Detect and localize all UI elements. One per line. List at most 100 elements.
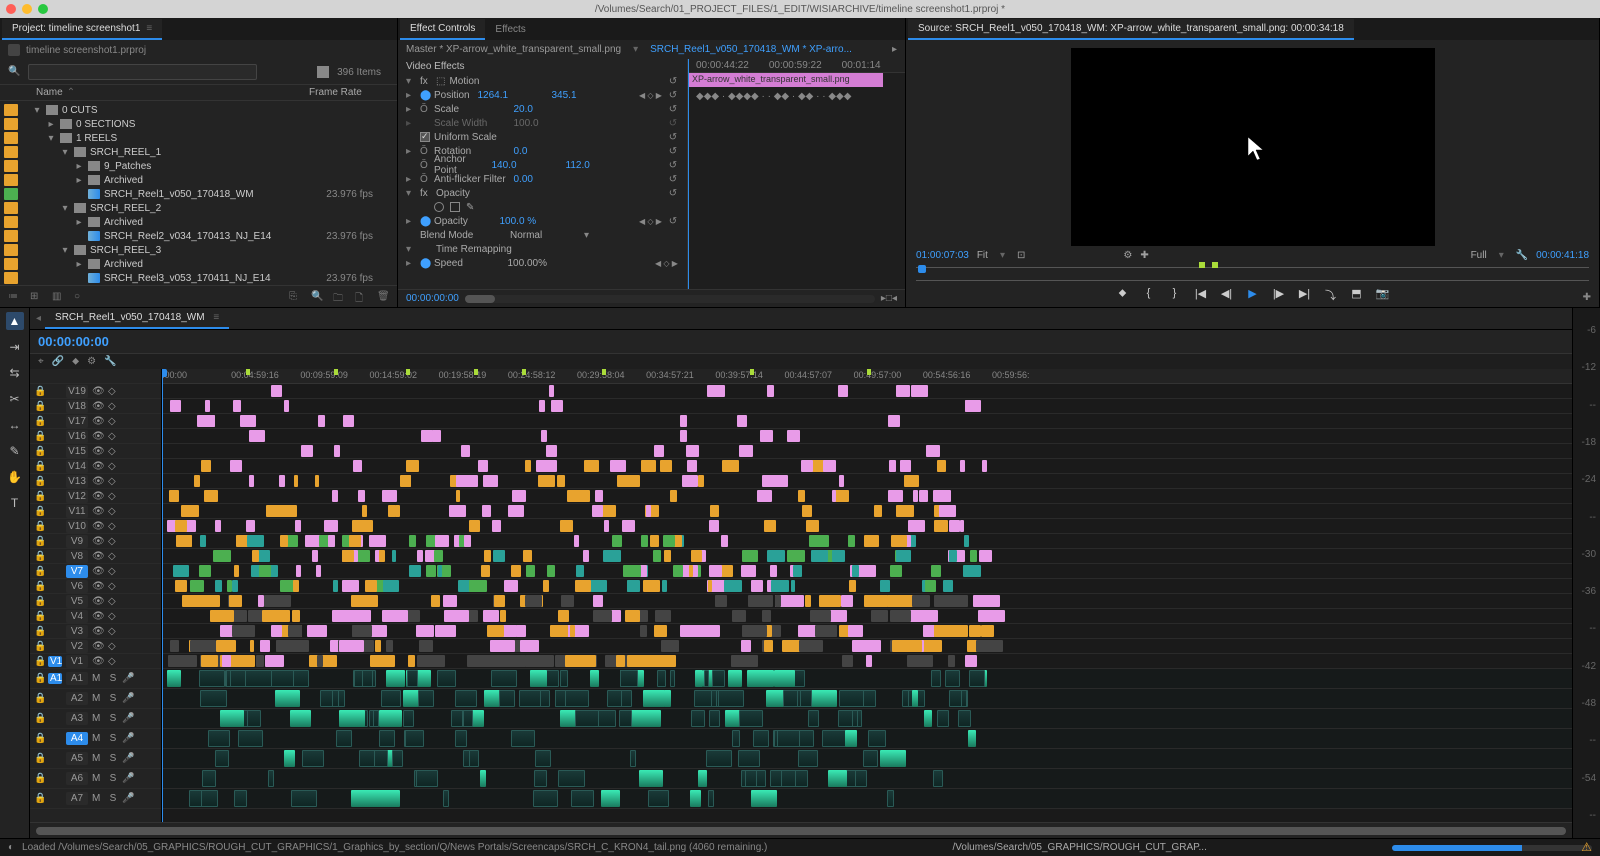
sync-lock-icon[interactable]: ◇: [108, 551, 120, 562]
audio-track[interactable]: [162, 689, 1572, 709]
project-tree-item[interactable]: ▾SRCH_REEL_3: [0, 243, 397, 257]
video-clip[interactable]: [443, 595, 457, 607]
audio-clip[interactable]: [291, 790, 317, 807]
track-target[interactable]: V2: [66, 640, 88, 653]
video-clip[interactable]: [516, 625, 525, 637]
twisty-icon[interactable]: ▸: [74, 217, 84, 228]
audio-clip[interactable]: [751, 790, 777, 807]
slip-tool-icon[interactable]: ↔: [6, 416, 24, 434]
checkbox[interactable]: [420, 132, 430, 142]
stopwatch-icon[interactable]: Ŏ: [420, 104, 430, 114]
ec-time-ruler[interactable]: 00:00:44:2200:00:59:2200:01:14: [688, 59, 905, 73]
video-clip[interactable]: [481, 565, 490, 577]
mute-icon[interactable]: M: [92, 713, 104, 724]
video-clip[interactable]: [907, 655, 914, 667]
video-track[interactable]: [162, 549, 1572, 564]
video-track[interactable]: [162, 399, 1572, 414]
audio-clip[interactable]: [770, 770, 782, 787]
step-back-icon[interactable]: ◀|: [1220, 287, 1234, 303]
audio-clip[interactable]: [924, 710, 933, 727]
audio-clip[interactable]: [945, 670, 960, 687]
video-track-header[interactable]: 🔒V2👁◇: [30, 639, 161, 654]
video-clip[interactable]: [913, 490, 918, 502]
audio-clip[interactable]: [712, 670, 725, 687]
video-clip[interactable]: [358, 595, 365, 607]
audio-clip[interactable]: [868, 730, 887, 747]
audio-clip[interactable]: [937, 710, 949, 727]
property-value-y[interactable]: 112.0: [566, 160, 606, 171]
video-clip[interactable]: [686, 445, 700, 457]
video-clip[interactable]: [799, 640, 823, 652]
video-clip[interactable]: [349, 535, 361, 547]
audio-clip[interactable]: [332, 690, 340, 707]
audio-clip[interactable]: [499, 690, 515, 707]
video-clip[interactable]: [661, 640, 679, 652]
video-clip[interactable]: [342, 550, 354, 562]
reset-icon[interactable]: ↺: [667, 146, 679, 157]
video-clip[interactable]: [654, 625, 666, 637]
video-clip[interactable]: [279, 475, 285, 487]
effect-property-row[interactable]: ŎAnchor Point140.0112.0↺: [398, 158, 687, 172]
audio-clip[interactable]: [863, 750, 878, 767]
audio-track-header[interactable]: 🔒A3MS🎤: [30, 709, 161, 729]
video-clip[interactable]: [864, 595, 887, 607]
video-clip[interactable]: [707, 385, 725, 397]
audio-clip[interactable]: [739, 710, 764, 727]
video-clip[interactable]: [260, 640, 270, 652]
video-clip[interactable]: [266, 505, 283, 517]
audio-clip[interactable]: [738, 750, 760, 767]
video-clip[interactable]: [653, 550, 660, 562]
video-clip[interactable]: [590, 580, 606, 592]
audio-clip[interactable]: [455, 690, 477, 707]
video-clip[interactable]: [294, 475, 298, 487]
minimize-window-icon[interactable]: [22, 4, 32, 14]
audio-clip[interactable]: [336, 730, 352, 747]
audio-clip[interactable]: [199, 670, 224, 687]
project-tree-item[interactable]: SRCH_Reel2_v034_170413_NJ_E1423.976 fps: [0, 229, 397, 243]
video-clip[interactable]: [426, 565, 436, 577]
lock-icon[interactable]: 🔒: [34, 566, 44, 577]
effect-property-row[interactable]: ▸⬤Speed100.00%◀ ◇ ▶: [398, 256, 687, 270]
audio-clip[interactable]: [534, 770, 546, 787]
video-clip[interactable]: [526, 565, 534, 577]
video-clip[interactable]: [976, 640, 1003, 652]
toggle-output-icon[interactable]: 👁: [92, 536, 104, 547]
twisty-icon[interactable]: ▸: [406, 174, 416, 185]
audio-clip[interactable]: [839, 690, 864, 707]
audio-clip[interactable]: [560, 670, 567, 687]
audio-clip[interactable]: [657, 670, 666, 687]
audio-clip[interactable]: [167, 670, 182, 687]
toggle-output-icon[interactable]: 👁: [92, 656, 104, 667]
audio-clip[interactable]: [392, 750, 403, 767]
audio-clip[interactable]: [287, 690, 296, 707]
project-tree-item[interactable]: SRCH_Reel1_v050_170418_WM23.976 fps: [0, 187, 397, 201]
audio-clip[interactable]: [808, 710, 819, 727]
audio-clip[interactable]: [247, 710, 261, 727]
solo-icon[interactable]: S: [108, 693, 118, 704]
video-clip[interactable]: [324, 520, 337, 532]
audio-track[interactable]: [162, 709, 1572, 729]
video-clip[interactable]: [838, 385, 847, 397]
video-clip[interactable]: [250, 640, 254, 652]
audio-track[interactable]: [162, 729, 1572, 749]
video-clip[interactable]: [504, 655, 526, 667]
stopwatch-icon[interactable]: Ŏ: [420, 174, 430, 184]
video-clip[interactable]: [456, 475, 470, 487]
audio-clip[interactable]: [912, 690, 919, 707]
video-clip[interactable]: [981, 625, 994, 637]
lock-icon[interactable]: 🔒: [34, 461, 44, 472]
toggle-output-icon[interactable]: 👁: [92, 626, 104, 637]
video-track-header[interactable]: 🔒V18👁◇: [30, 399, 161, 414]
twisty-icon[interactable]: ▾: [406, 188, 416, 199]
video-clip[interactable]: [741, 640, 752, 652]
video-track[interactable]: [162, 474, 1572, 489]
twisty-icon[interactable]: ▸: [406, 104, 416, 115]
property-value[interactable]: 100.00%: [508, 258, 578, 269]
lock-icon[interactable]: 🔒: [34, 386, 44, 397]
audio-clip[interactable]: [284, 750, 295, 767]
label-swatch[interactable]: [4, 216, 18, 228]
track-target[interactable]: V17: [66, 415, 88, 428]
project-tree-item[interactable]: ▾1 REELS: [0, 131, 397, 145]
solo-icon[interactable]: S: [108, 793, 118, 804]
video-clip[interactable]: [358, 490, 365, 502]
